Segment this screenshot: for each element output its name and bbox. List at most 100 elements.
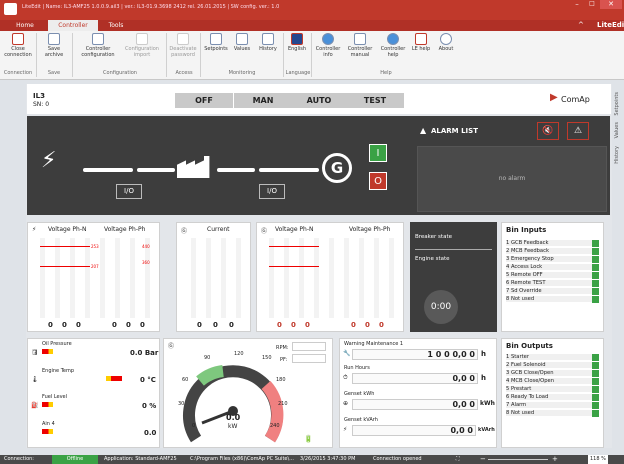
energy-icon: ⊕	[343, 400, 349, 407]
serial-number: SN: 0	[33, 101, 50, 108]
gauge-gen-icon: Ⓖ	[168, 343, 175, 350]
horn-reset-button[interactable]: 🔇	[537, 122, 559, 140]
mains-lo-pp-label: 360	[142, 260, 150, 265]
bin-input-7: 7 Sd Override	[506, 288, 599, 295]
window-title: LiteEdit | Name: IL3-AMF25 1.0.0.9.ail3 …	[22, 4, 280, 10]
pf-field	[292, 354, 326, 363]
side-tab-history[interactable]: History	[614, 146, 620, 164]
run-hours-counter: 0,0 0	[352, 373, 478, 384]
counters-panel: Warning Maintenance 1 🔧 1 0 0 0,0 0 h Ru…	[339, 338, 497, 448]
bin-outputs-panel: Bin Outputs 1 Starter 2 Fuel Solenoid 3 …	[501, 338, 604, 448]
deactivate-password-label: Deactivate password	[169, 46, 197, 58]
gauge-tick-0: 0	[192, 423, 196, 429]
collapse-ribbon-icon[interactable]: ^	[578, 21, 584, 29]
run-hours-unit: h	[481, 374, 486, 382]
setpoints-button[interactable]: Setpoints	[202, 33, 230, 52]
mcb-io-button[interactable]: I/O	[116, 184, 142, 199]
bin-input-5-led	[592, 272, 599, 279]
mode-test-button[interactable]: TEST	[346, 93, 404, 108]
mains-l1-value: 0	[48, 321, 53, 329]
zoom-slider[interactable]	[488, 459, 548, 460]
stop-button[interactable]: O	[369, 172, 387, 190]
save-archive-button[interactable]: Save archive	[40, 33, 68, 58]
deactivate-password-button[interactable]: Deactivate password	[168, 33, 198, 58]
bin-output-1: 1 Starter	[506, 354, 599, 361]
oil-pressure-icon: 🛢	[31, 349, 39, 356]
help-icon	[387, 33, 399, 45]
gauge-tick-150: 150	[262, 355, 272, 361]
bin-inputs-title: Bin Inputs	[506, 226, 547, 234]
close-connection-button[interactable]: Close connection	[2, 33, 34, 58]
controller-manual-button[interactable]: Controller manual	[344, 33, 376, 58]
current-panel: Ⓖ Current 0 0 0	[176, 222, 251, 332]
tab-home[interactable]: Home	[12, 20, 38, 31]
gen-l23-value: 0	[365, 321, 370, 329]
close-button[interactable]: ✕	[600, 0, 622, 9]
setpoints-icon	[210, 33, 222, 45]
mains-lo-line	[40, 266, 90, 267]
mains-hi-pp-label: 440	[142, 244, 150, 249]
zoom-out-button[interactable]: −	[480, 455, 486, 464]
maximize-button[interactable]: □	[585, 0, 599, 9]
oil-pressure-bar	[42, 349, 122, 354]
bin-input-6: 6 Remote TEST	[506, 280, 599, 287]
language-label: English	[287, 46, 307, 52]
maintenance-unit: h	[481, 350, 486, 358]
fit-icon[interactable]: ⛶	[456, 455, 460, 464]
mode-man-button[interactable]: MAN	[234, 93, 292, 108]
mains-ph-ph-title: Voltage Ph-Ph	[104, 226, 146, 233]
minimize-button[interactable]: –	[570, 0, 584, 9]
values-button[interactable]: Values	[230, 33, 254, 52]
controller-help-label: Controller help	[380, 46, 406, 58]
engine-state-label: Engine state	[415, 256, 450, 262]
bin-input-4-led	[592, 264, 599, 271]
kw-gauge	[183, 365, 284, 443]
bin-output-5-led	[592, 386, 599, 393]
controller-info-label: Controller info	[315, 46, 341, 58]
zoom-in-button[interactable]: +	[552, 455, 558, 464]
tab-tools[interactable]: Tools	[102, 20, 130, 31]
history-button[interactable]: History	[255, 33, 281, 52]
fuel-level-label: Fuel Level	[42, 394, 68, 400]
le-help-icon	[415, 33, 427, 45]
language-button[interactable]: English	[285, 33, 309, 52]
kvarh-unit: kVArh	[478, 427, 495, 433]
maintenance-counter: 1 0 0 0,0 0	[352, 349, 478, 360]
mode-auto-button[interactable]: AUTO	[290, 93, 348, 108]
breaker-state-panel: Breaker state Engine state 0:00	[410, 222, 497, 332]
side-tab-values[interactable]: Values	[614, 122, 620, 138]
current-l3-value: 0	[229, 321, 234, 329]
start-button[interactable]: I	[369, 144, 387, 162]
side-tab-setpoints[interactable]: Setpoints	[614, 92, 620, 116]
tab-controller[interactable]: Controller	[48, 20, 98, 31]
gear-icon	[92, 33, 104, 45]
path-text: C:\Program Files (x86)\ComAp PC Suite\..…	[190, 456, 294, 462]
about-button[interactable]: About	[434, 33, 458, 52]
app-logo-icon	[4, 3, 17, 15]
gauge-unit: kW	[228, 423, 238, 430]
battery-icon: 🔋	[304, 435, 313, 443]
generator-small-icon: Ⓖ	[181, 228, 188, 235]
bin-output-1-led	[592, 354, 599, 361]
ribbon: Close connection Save archive Controller…	[0, 31, 624, 80]
breaker-state-label: Breaker state	[415, 234, 452, 240]
fault-reset-button[interactable]: ⚠	[567, 122, 589, 140]
import-gear-icon	[136, 33, 148, 45]
bin-output-8: 8 Not used	[506, 410, 599, 417]
configuration-import-button[interactable]: Configuration import	[120, 33, 164, 58]
analog-inputs-panel: Oil Pressure 🛢 0.0 Bar Engine Temp 🌡 0 °…	[27, 338, 160, 448]
save-archive-label: Save archive	[44, 46, 64, 58]
close-connection-label: Close connection	[4, 46, 32, 58]
mains-l31-value: 0	[140, 321, 145, 329]
gen-load-wire	[217, 168, 255, 172]
bin-input-1: 1 GCB Feedback	[506, 240, 599, 247]
controller-info-button[interactable]: Controller info	[313, 33, 343, 58]
bin-output-6-led	[592, 394, 599, 401]
controller-help-button[interactable]: Controller help	[377, 33, 409, 58]
le-help-button[interactable]: LE help	[410, 33, 432, 52]
current-l1-value: 0	[197, 321, 202, 329]
mode-off-button[interactable]: OFF	[175, 93, 233, 108]
gcb-io-button[interactable]: I/O	[259, 184, 285, 199]
engine-temp-label: Engine Temp	[42, 368, 75, 374]
controller-configuration-button[interactable]: Controller configuration	[76, 33, 120, 58]
